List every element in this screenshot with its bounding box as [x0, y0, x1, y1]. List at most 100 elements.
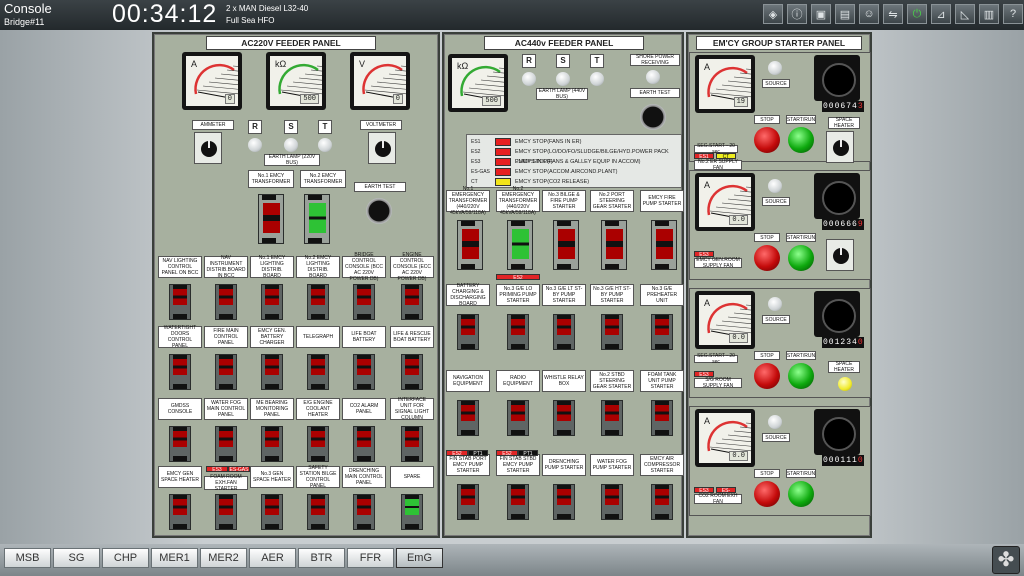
transformer-1-breaker[interactable] — [258, 194, 284, 244]
start-button[interactable] — [788, 245, 814, 271]
feeder-breaker[interactable] — [307, 494, 329, 530]
esd-indicator[interactable] — [495, 158, 511, 166]
graph-icon[interactable]: ◺ — [955, 4, 975, 24]
meter-face: A0 — [186, 56, 238, 106]
save-icon[interactable]: ▣ — [811, 4, 831, 24]
feeder-breaker[interactable] — [601, 314, 623, 350]
feeder-breaker[interactable] — [507, 220, 533, 270]
feeder-breaker[interactable] — [353, 494, 375, 530]
tab-ffr[interactable]: FFR — [347, 548, 394, 568]
feeder-breaker[interactable] — [507, 314, 529, 350]
feeder-breaker[interactable] — [169, 426, 191, 462]
feeder-breaker[interactable] — [507, 484, 529, 520]
esd-indicator[interactable] — [495, 148, 511, 156]
tab-sg[interactable]: SG — [53, 548, 100, 568]
tab-mer2[interactable]: MER2 — [200, 548, 247, 568]
phase-t-label: T — [590, 54, 604, 68]
tab-btr[interactable]: BTR — [298, 548, 345, 568]
breaker-bottom — [655, 430, 669, 435]
exit-icon[interactable]: ⏻ — [907, 4, 927, 24]
feeder-breaker[interactable] — [169, 354, 191, 390]
feeder-breaker[interactable] — [169, 494, 191, 530]
feeder-breaker[interactable] — [401, 494, 423, 530]
chart-icon[interactable]: ⊿ — [931, 4, 951, 24]
info2-icon[interactable]: ▥ — [979, 4, 999, 24]
fan-icon[interactable]: ✤ — [992, 546, 1020, 574]
esd-indicator[interactable] — [495, 168, 511, 176]
tab-emg[interactable]: EmG — [396, 548, 443, 568]
feeder-breaker[interactable] — [353, 426, 375, 462]
stop-button[interactable] — [754, 127, 780, 153]
feeder-breaker[interactable] — [401, 426, 423, 462]
earth-test-button[interactable] — [640, 104, 666, 130]
tab-mer1[interactable]: MER1 — [151, 548, 198, 568]
start-button[interactable] — [788, 127, 814, 153]
feeder-breaker[interactable] — [601, 400, 623, 436]
feeder-breaker[interactable] — [215, 284, 237, 320]
help-icon[interactable]: ? — [1003, 4, 1023, 24]
user-icon[interactable]: ☺ — [859, 4, 879, 24]
feeder-breaker[interactable] — [215, 426, 237, 462]
tab-aer[interactable]: AER — [249, 548, 296, 568]
start-button[interactable] — [788, 363, 814, 389]
esd-indicator[interactable] — [495, 138, 511, 146]
feeder-label: SPARE — [390, 466, 434, 488]
feeder-breaker[interactable] — [215, 354, 237, 390]
feeder-breaker[interactable] — [457, 484, 479, 520]
feeder-breaker[interactable] — [507, 400, 529, 436]
lock-icon[interactable]: ▤ — [835, 4, 855, 24]
local-remote-selector[interactable] — [826, 131, 854, 163]
feeder-breaker[interactable] — [601, 484, 623, 520]
feeder-breaker[interactable] — [401, 354, 423, 390]
start-button[interactable] — [788, 481, 814, 507]
feeder-breaker[interactable] — [553, 400, 575, 436]
feeder-breaker[interactable] — [457, 314, 479, 350]
breaker-toggle — [173, 289, 187, 305]
feeder-breaker[interactable] — [651, 400, 673, 436]
breaker-bottom — [311, 384, 325, 389]
info-icon[interactable]: ⓘ — [787, 4, 807, 24]
stop-button[interactable] — [754, 363, 780, 389]
feeder-breaker[interactable] — [553, 314, 575, 350]
feeder-breaker[interactable] — [215, 494, 237, 530]
feeder-breaker[interactable] — [261, 284, 283, 320]
feeder-breaker[interactable] — [457, 220, 483, 270]
feeder-breaker[interactable] — [401, 284, 423, 320]
feeder-breaker[interactable] — [553, 220, 579, 270]
starter-ammeter: A 0.0 — [695, 409, 755, 467]
starter-label: No.2 ER SUPPLY FAN — [694, 159, 742, 171]
stop-button[interactable] — [754, 481, 780, 507]
indicator-es2-stbd: ES2 — [496, 450, 518, 457]
tab-chp[interactable]: CHP — [102, 548, 149, 568]
starter-selector-knob[interactable] — [814, 55, 860, 101]
feeder-breaker[interactable] — [261, 494, 283, 530]
feeder-breaker[interactable] — [261, 354, 283, 390]
alarm-icon[interactable]: ◈ — [763, 4, 783, 24]
earth-test-button[interactable] — [366, 198, 392, 224]
feeder-breaker[interactable] — [353, 284, 375, 320]
transformer-2-breaker[interactable] — [304, 194, 330, 244]
esd-indicator[interactable] — [495, 178, 511, 186]
feeder-breaker[interactable] — [651, 220, 677, 270]
feeder-label: No.1 EMERGENCY TRANSFORMER (440/220V 45k… — [446, 186, 490, 216]
feeder-breaker[interactable] — [353, 354, 375, 390]
feeder-breaker[interactable] — [307, 284, 329, 320]
starter-selector-knob[interactable] — [814, 173, 860, 219]
feeder-breaker[interactable] — [307, 354, 329, 390]
feeder-breaker[interactable] — [457, 400, 479, 436]
stop-button[interactable] — [754, 245, 780, 271]
feeder-breaker[interactable] — [553, 484, 575, 520]
feeder-breaker[interactable] — [601, 220, 627, 270]
feeder-breaker[interactable] — [307, 426, 329, 462]
feeder-breaker[interactable] — [651, 484, 673, 520]
starter-selector-knob[interactable] — [814, 409, 860, 455]
local-remote-selector[interactable] — [826, 239, 854, 271]
starter-selector-knob[interactable] — [814, 291, 860, 337]
link-icon[interactable]: ⇋ — [883, 4, 903, 24]
feeder-breaker[interactable] — [261, 426, 283, 462]
feeder-breaker[interactable] — [169, 284, 191, 320]
feeder-breaker[interactable] — [651, 314, 673, 350]
voltmeter-selector[interactable] — [368, 132, 396, 164]
ammeter-selector[interactable] — [194, 132, 222, 164]
tab-msb[interactable]: MSB — [4, 548, 51, 568]
